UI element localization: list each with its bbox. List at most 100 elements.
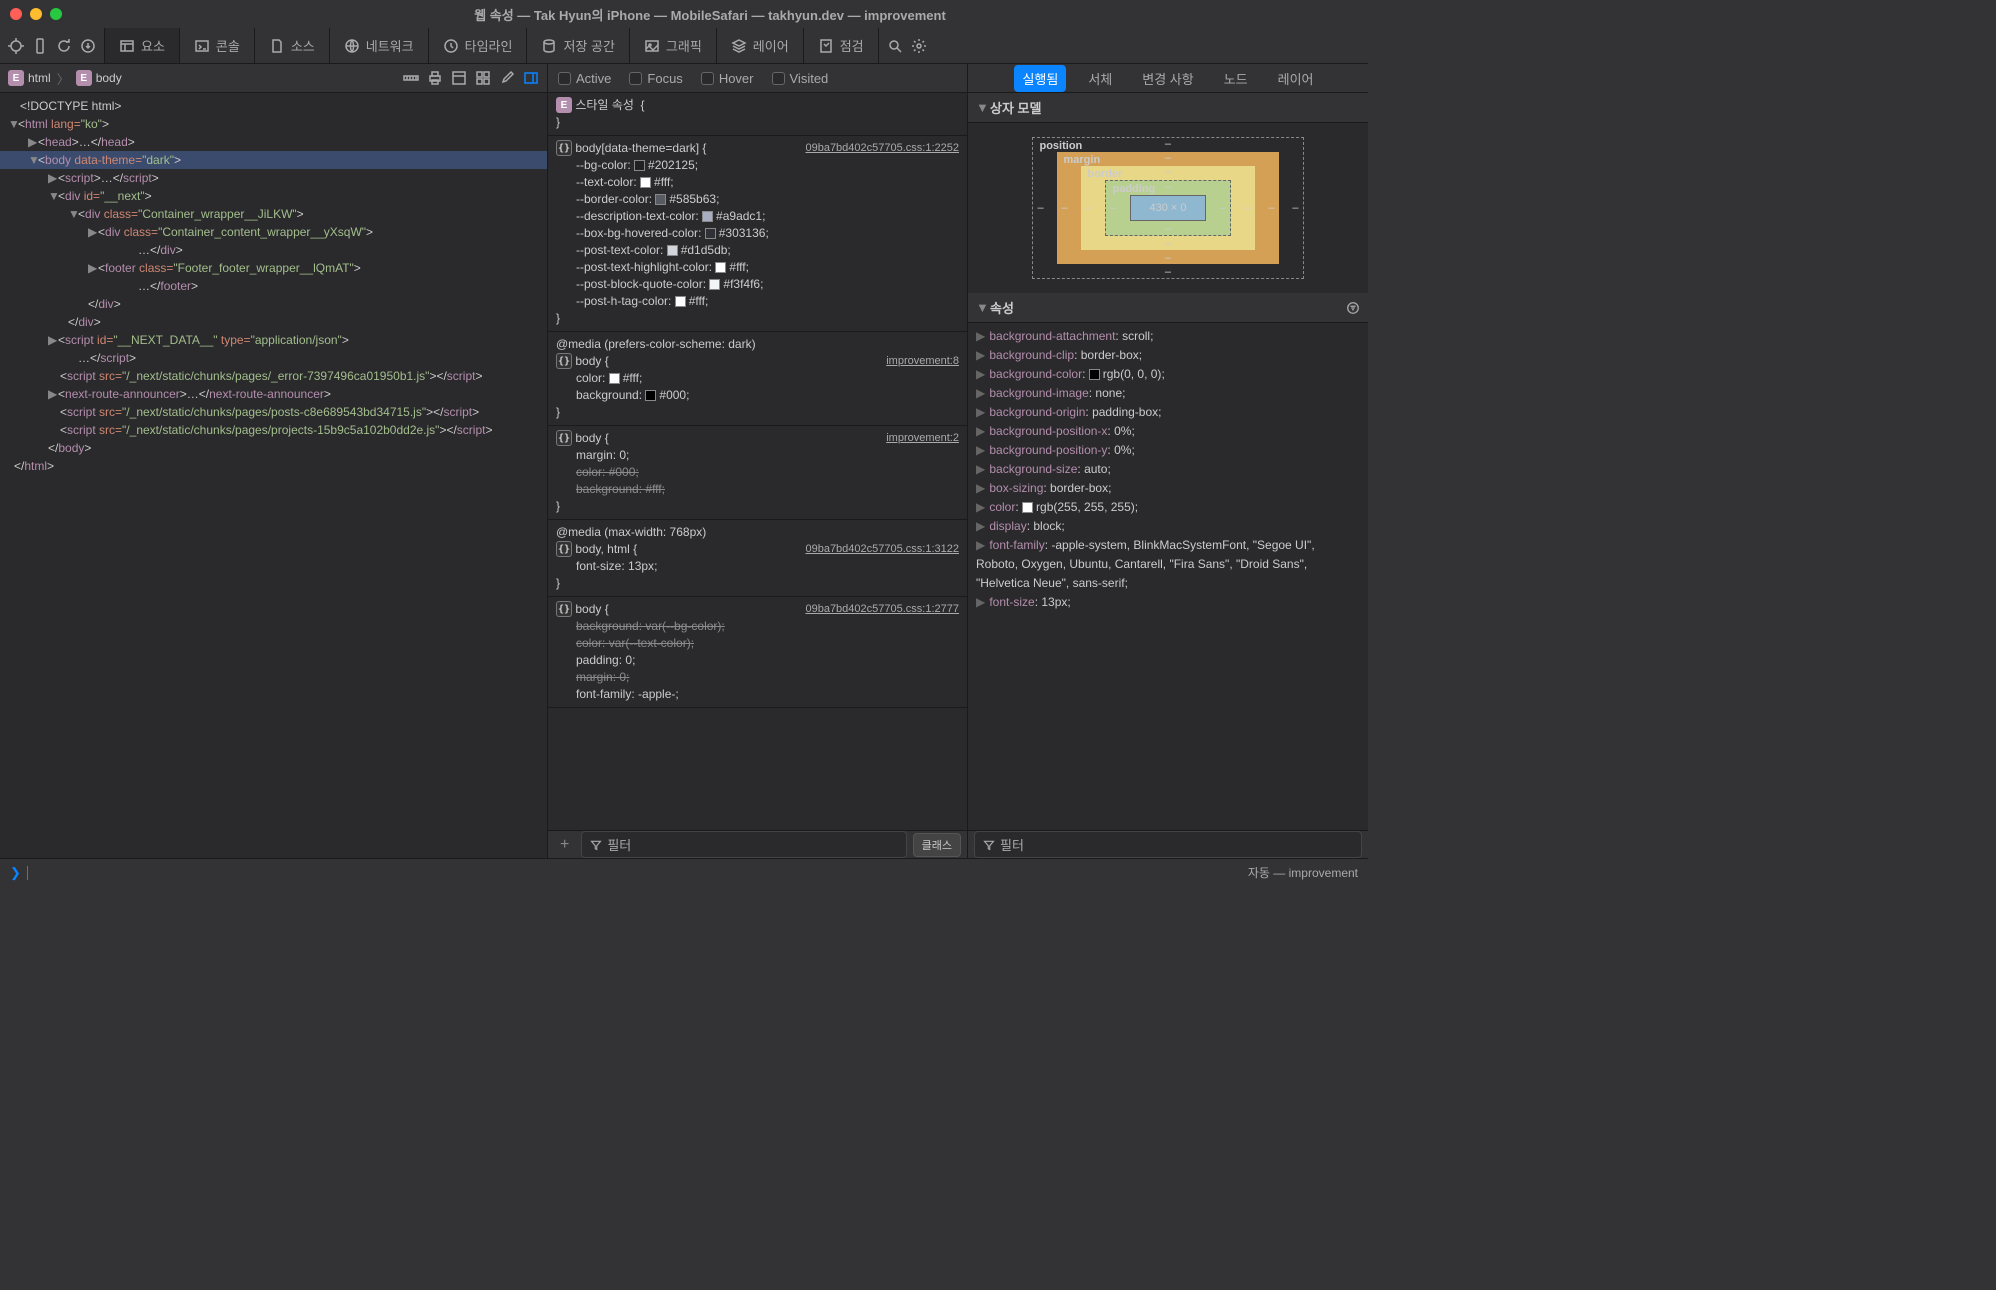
- download-icon[interactable]: [80, 38, 96, 54]
- selector[interactable]: body: [575, 601, 601, 618]
- source-link[interactable]: improvement:2: [886, 430, 959, 447]
- tab-timeline[interactable]: 타임라인: [429, 28, 528, 63]
- search-icon[interactable]: [887, 38, 903, 54]
- css-declaration[interactable]: background: var(--bg-color);: [556, 618, 959, 635]
- pseudo-visited[interactable]: Visited: [772, 71, 829, 86]
- timeline-icon: [443, 38, 459, 54]
- sidebar-toggle-icon[interactable]: [523, 70, 539, 86]
- sources-icon: [269, 38, 285, 54]
- console-context[interactable]: 자동 — improvement: [1248, 864, 1358, 881]
- css-declaration[interactable]: --text-color: #fff;: [556, 174, 959, 191]
- breadcrumb-body[interactable]: Ebody: [76, 70, 122, 86]
- tab-label: 소스: [291, 36, 315, 55]
- filter-icon: [590, 839, 602, 851]
- css-declaration[interactable]: font-size: 13px;: [556, 558, 959, 575]
- css-declaration[interactable]: font-family: -apple-;: [556, 686, 959, 703]
- computed-property[interactable]: ▶ display: block;: [976, 517, 1360, 536]
- styles-panel[interactable]: E 스타일 속성 { } {} body[data-theme=dark] {0…: [548, 93, 967, 830]
- add-rule-button[interactable]: +: [554, 836, 575, 854]
- selector[interactable]: body: [575, 430, 601, 447]
- css-declaration[interactable]: padding: 0;: [556, 652, 959, 669]
- tab-elements[interactable]: 요소: [105, 28, 180, 63]
- computed-property[interactable]: ▶ color: rgb(255, 255, 255);: [976, 498, 1360, 517]
- tab-network[interactable]: 네트워크: [330, 28, 429, 63]
- computed-property[interactable]: ▶ box-sizing: border-box;: [976, 479, 1360, 498]
- graphics-icon: [644, 38, 660, 54]
- target-icon[interactable]: [8, 38, 24, 54]
- computed-properties[interactable]: ▶ background-attachment: scroll;▶ backgr…: [968, 323, 1368, 830]
- tab-node[interactable]: 노드: [1216, 65, 1256, 92]
- breadcrumb-html[interactable]: Ehtml: [8, 70, 51, 86]
- media-query: @media (prefers-color-scheme: dark): [556, 336, 959, 353]
- selector[interactable]: body: [575, 353, 601, 370]
- computed-property[interactable]: ▶ background-attachment: scroll;: [976, 327, 1360, 346]
- css-declaration[interactable]: --border-color: #585b63;: [556, 191, 959, 208]
- props-filter-input[interactable]: 필터: [974, 831, 1362, 858]
- css-declaration[interactable]: color: #000;: [556, 464, 959, 481]
- properties-header[interactable]: ▼속성: [968, 293, 1368, 323]
- source-link[interactable]: improvement:8: [886, 353, 959, 370]
- tab-changes[interactable]: 변경 사항: [1134, 65, 1201, 92]
- tab-fonts[interactable]: 서체: [1080, 65, 1120, 92]
- media-query: @media (max-width: 768px): [556, 524, 959, 541]
- css-declaration[interactable]: color: var(--text-color);: [556, 635, 959, 652]
- styles-filter-input[interactable]: 필터: [581, 831, 906, 858]
- tab-graphics[interactable]: 그래픽: [630, 28, 717, 63]
- css-declaration[interactable]: --post-h-tag-color: #fff;: [556, 293, 959, 310]
- device-icon[interactable]: [32, 38, 48, 54]
- classes-button[interactable]: 클래스: [913, 833, 961, 857]
- close-window[interactable]: [10, 8, 22, 20]
- pseudo-hover[interactable]: Hover: [701, 71, 754, 86]
- source-link[interactable]: 09ba7bd402c57705.css:1:2252: [805, 140, 959, 157]
- minimize-window[interactable]: [30, 8, 42, 20]
- css-declaration[interactable]: background: #000;: [556, 387, 959, 404]
- tab-console[interactable]: 콘솔: [180, 28, 255, 63]
- source-link[interactable]: 09ba7bd402c57705.css:1:2777: [805, 601, 959, 618]
- brush-icon[interactable]: [499, 70, 515, 86]
- tab-computed[interactable]: 실행됨: [1014, 65, 1066, 92]
- css-declaration[interactable]: background: #fff;: [556, 481, 959, 498]
- computed-property[interactable]: ▶ background-color: rgb(0, 0, 0);: [976, 365, 1360, 384]
- box-model-header[interactable]: ▼상자 모델: [968, 93, 1368, 123]
- computed-property[interactable]: ▶ font-size: 13px;: [976, 593, 1360, 612]
- filter-props-icon[interactable]: [1346, 301, 1360, 315]
- computed-property[interactable]: ▶ background-size: auto;: [976, 460, 1360, 479]
- computed-property[interactable]: ▶ background-position-x: 0%;: [976, 422, 1360, 441]
- css-declaration[interactable]: --post-text-color: #d1d5db;: [556, 242, 959, 259]
- ruler-icon[interactable]: [403, 70, 419, 86]
- css-declaration[interactable]: --description-text-color: #a9adc1;: [556, 208, 959, 225]
- grid-icon[interactable]: [475, 70, 491, 86]
- css-declaration[interactable]: --box-bg-hovered-color: #303136;: [556, 225, 959, 242]
- breadcrumb-bar: Ehtml 〉 Ebody: [0, 64, 547, 93]
- computed-property[interactable]: ▶ background-clip: border-box;: [976, 346, 1360, 365]
- pseudo-active[interactable]: Active: [558, 71, 611, 86]
- dom-tree[interactable]: <!DOCTYPE html> ▼<html lang="ko"> ▶<head…: [0, 93, 547, 858]
- gear-icon[interactable]: [911, 38, 927, 54]
- computed-property[interactable]: ▶ background-image: none;: [976, 384, 1360, 403]
- css-declaration[interactable]: --post-text-highlight-color: #fff;: [556, 259, 959, 276]
- css-declaration[interactable]: margin: 0;: [556, 447, 959, 464]
- layout-icon[interactable]: [451, 70, 467, 86]
- tab-layers[interactable]: 레이어: [717, 28, 804, 63]
- selector[interactable]: body[data-theme=dark]: [575, 140, 699, 157]
- computed-property[interactable]: ▶ background-position-y: 0%;: [976, 441, 1360, 460]
- reload-icon[interactable]: [56, 38, 72, 54]
- console-prompt[interactable]: ❯ 자동 — improvement: [0, 858, 1368, 886]
- css-declaration[interactable]: color: #fff;: [556, 370, 959, 387]
- tab-storage[interactable]: 저장 공간: [527, 28, 629, 63]
- source-link[interactable]: 09ba7bd402c57705.css:1:3122: [805, 541, 959, 558]
- zoom-window[interactable]: [50, 8, 62, 20]
- tab-sources[interactable]: 소스: [255, 28, 330, 63]
- details-tabs: 실행됨 서체 변경 사항 노드 레이어: [968, 64, 1368, 93]
- css-declaration[interactable]: --post-block-quote-color: #f3f4f6;: [556, 276, 959, 293]
- tab-audit[interactable]: 점검: [804, 28, 879, 63]
- css-declaration[interactable]: --bg-color: #202125;: [556, 157, 959, 174]
- computed-property[interactable]: ▶ background-origin: padding-box;: [976, 403, 1360, 422]
- tab-layer[interactable]: 레이어: [1270, 65, 1322, 92]
- selector[interactable]: body, html: [575, 541, 629, 558]
- computed-property[interactable]: ▶ font-family: -apple-system, BlinkMacSy…: [976, 536, 1360, 593]
- pseudo-focus[interactable]: Focus: [629, 71, 682, 86]
- main-toolbar: 요소 콘솔 소스 네트워크 타임라인 저장 공간 그래픽 레이어 점검: [0, 28, 1368, 64]
- print-icon[interactable]: [427, 70, 443, 86]
- css-declaration[interactable]: margin: 0;: [556, 669, 959, 686]
